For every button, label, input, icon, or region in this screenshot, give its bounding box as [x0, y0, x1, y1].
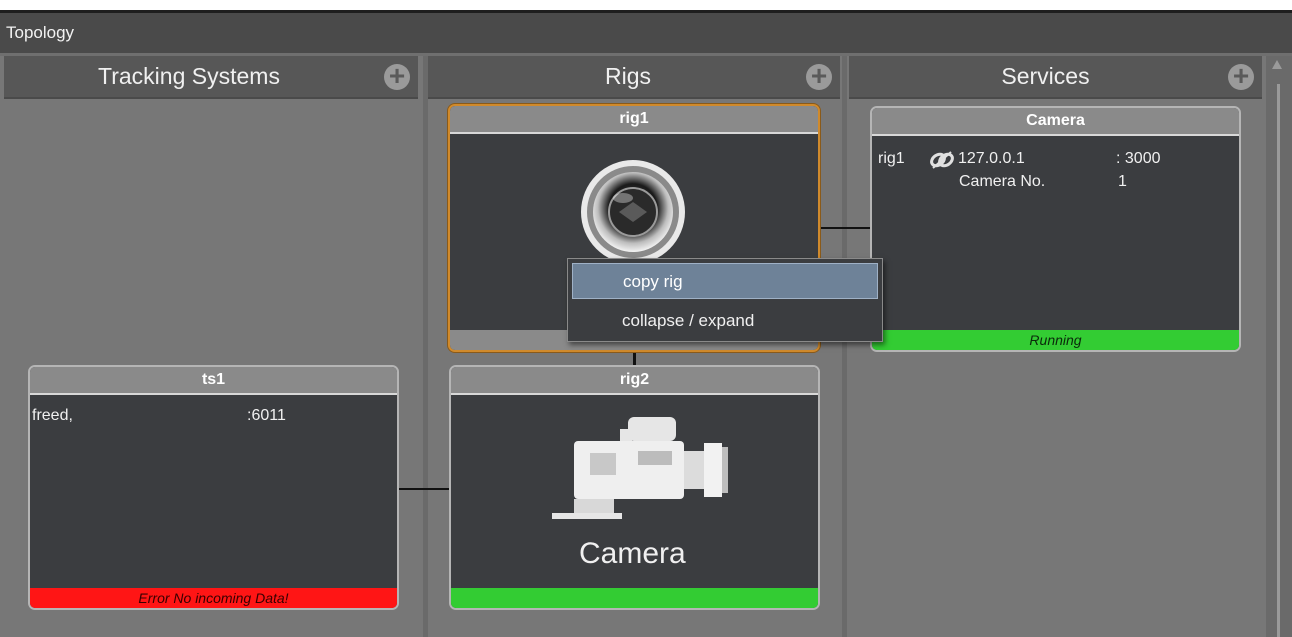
- window-top-edge: [0, 0, 1292, 10]
- service-ip: 127.0.0.1: [958, 150, 1025, 167]
- column-header-rigs: Rigs: [428, 56, 840, 97]
- unlinked-icon: [929, 150, 955, 170]
- menu-item-collapse-expand[interactable]: collapse / expand: [572, 303, 878, 339]
- status-bar: [451, 588, 818, 608]
- service-field-value: 1: [1118, 173, 1127, 190]
- header-underline: [849, 97, 1262, 99]
- add-rig-button[interactable]: +: [806, 62, 832, 90]
- node-title: Camera: [872, 108, 1239, 136]
- status-bar: Running: [872, 330, 1239, 350]
- service-port: : 3000: [1116, 150, 1161, 167]
- column-header-services: Services: [849, 56, 1262, 97]
- node-title: rig2: [451, 367, 818, 395]
- rig-type-label: Camera: [579, 537, 686, 570]
- connection-rig1-camera-service: [818, 227, 872, 229]
- header-underline: [4, 97, 418, 99]
- film-camera-icon: [546, 415, 731, 527]
- status-bar: Error No incoming Data!: [30, 588, 397, 608]
- service-field-label: Camera No.: [959, 173, 1046, 190]
- node-title: ts1: [30, 367, 397, 395]
- tracking-system-node[interactable]: ts1 freed, :6011 Error No incoming Data!: [28, 365, 399, 610]
- scroll-up-arrow-icon[interactable]: [1272, 60, 1282, 69]
- column-header-label: Rigs: [604, 63, 651, 89]
- connection-ts1-rig2: [398, 488, 450, 490]
- service-rig-name: rig1: [878, 150, 905, 167]
- service-node[interactable]: Camera rig1 127.0.0.1 : 3000 Camera No. …: [870, 106, 1241, 352]
- node-title: rig1: [450, 106, 818, 134]
- menu-item-copy-rig[interactable]: copy rig: [572, 263, 878, 299]
- rig-node[interactable]: rig2 Camera: [449, 365, 820, 610]
- tracking-port: :6011: [247, 407, 286, 424]
- scrollbar-track[interactable]: [1277, 84, 1280, 637]
- add-service-button[interactable]: +: [1228, 62, 1254, 90]
- lens-icon: [579, 158, 687, 266]
- header-underline: [428, 97, 840, 99]
- context-menu: copy rig collapse / expand: [567, 258, 883, 342]
- column-header-label: Services: [1001, 63, 1090, 89]
- add-tracking-system-button[interactable]: +: [384, 62, 410, 90]
- column-header-label: Tracking Systems: [98, 63, 280, 89]
- tracking-protocol: freed,: [32, 407, 73, 424]
- column-header-tracking-systems: Tracking Systems: [4, 56, 418, 97]
- panel-title: Topology: [0, 13, 1292, 53]
